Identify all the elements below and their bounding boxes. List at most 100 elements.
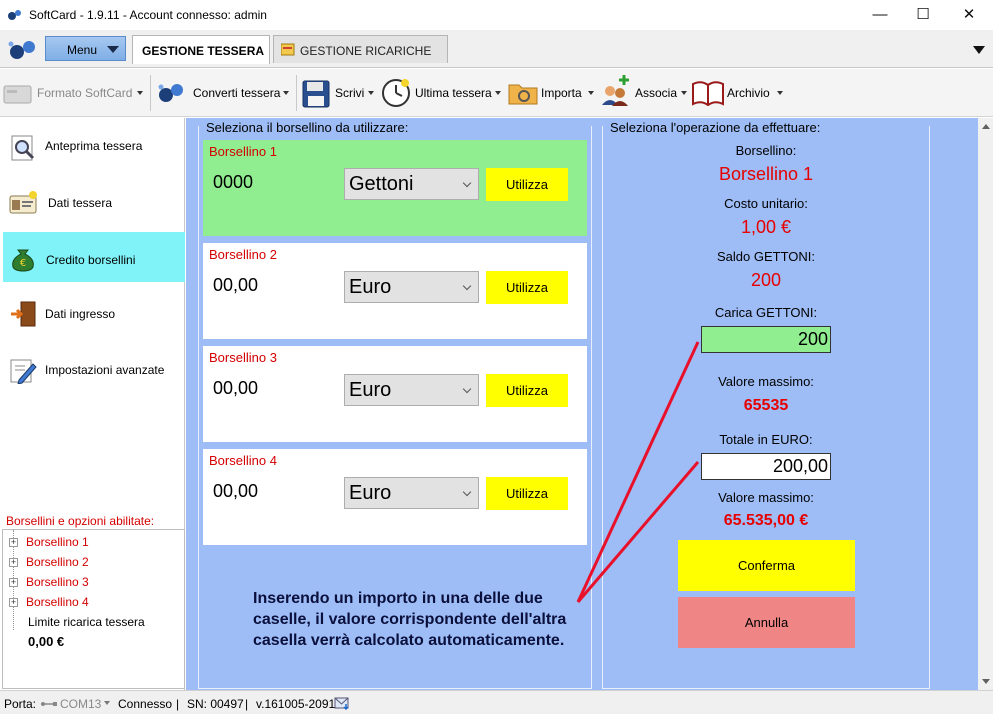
purse-selection-title: Seleziona il borsellino da utilizzare:	[206, 120, 409, 135]
toolbar-label: Scrivi	[335, 86, 365, 100]
toolbar-label: Converti tessera	[193, 86, 281, 100]
caret-down-icon	[107, 46, 119, 53]
associa-button[interactable]: Associa	[600, 75, 688, 111]
archivio-button[interactable]: Archivio	[692, 75, 784, 111]
use-purse-button[interactable]: Utilizza	[486, 477, 568, 510]
currency-select[interactable]: Euro	[344, 477, 479, 509]
currency-select-value: Euro	[349, 276, 392, 298]
tab-gestione-tessera[interactable]: GESTIONE TESSERA	[132, 35, 270, 64]
dropdown-arrow-icon	[137, 91, 143, 95]
purse-name: Borsellino 2	[209, 247, 277, 262]
carica-gettoni-input[interactable]: 200	[701, 326, 831, 353]
toolbar-label: Formato SoftCard	[37, 86, 133, 100]
ultima-tessera-button[interactable]: Ultima tessera	[381, 75, 503, 111]
purse-card-2: Borsellino 2 00,00 Euro Utilizza	[203, 243, 587, 339]
tree-item-label: Borsellino 2	[26, 555, 89, 569]
purse-value: 00,00	[213, 378, 259, 398]
enabled-options-title: Borsellini e opzioni abilitate:	[6, 514, 155, 528]
saldo-label: Saldo GETTONI:	[716, 249, 815, 264]
tree-item-label: Borsellino 1	[26, 535, 89, 549]
scroll-up-icon[interactable]	[982, 124, 990, 129]
sidebar-item-dati-tessera[interactable]: Dati tessera	[3, 177, 185, 227]
limit-label: Limite ricarica tessera	[28, 615, 145, 629]
currency-select[interactable]: Euro	[344, 374, 479, 406]
expand-icon[interactable]: +	[9, 598, 18, 607]
floppy-disk-icon	[302, 80, 330, 108]
magnifier-icon	[11, 135, 35, 161]
confirm-button[interactable]: Conferma	[678, 540, 855, 591]
vertical-scrollbar[interactable]	[978, 118, 993, 690]
toolbar-label: Archivio	[727, 86, 770, 100]
title-bar: SoftCard - 1.9.11 - Account connesso: ad…	[0, 0, 993, 30]
port-dropdown-icon[interactable]	[104, 701, 110, 705]
purse-value: 00,00	[213, 481, 259, 501]
tab-gestione-ricariche[interactable]: GESTIONE RICARICHE	[273, 35, 448, 63]
borsellino-label: Borsellino:	[735, 143, 797, 158]
chevron-down-icon	[462, 281, 472, 291]
options-tree[interactable]: + Borsellino 1 + Borsellino 2 + Borselli…	[2, 529, 185, 689]
tree-item-label: Borsellino 4	[26, 595, 89, 609]
currency-select-value: Euro	[349, 379, 392, 401]
expand-icon[interactable]: +	[9, 558, 18, 567]
costo-label: Costo unitario:	[724, 196, 808, 211]
app-logo-icon	[8, 10, 21, 20]
purse-card-3: Borsellino 3 00,00 Euro Utilizza	[203, 346, 587, 442]
card-format-icon	[3, 85, 32, 104]
money-bag-icon: €	[12, 249, 34, 272]
formato-softcard-button[interactable]: Formato SoftCard	[3, 75, 146, 111]
totale-label: Totale in EURO:	[719, 432, 813, 447]
main-panel: Seleziona il borsellino da utilizzare: B…	[186, 118, 978, 690]
converti-tessera-button[interactable]: Converti tessera	[155, 75, 292, 111]
dropdown-arrow-icon	[588, 91, 594, 95]
costo-value: 1,00 €	[740, 217, 792, 237]
expand-icon[interactable]: +	[9, 578, 18, 587]
svg-text:€: €	[20, 258, 26, 269]
chevron-down-icon	[462, 384, 472, 394]
totale-euro-input[interactable]: 200,00	[701, 453, 831, 480]
use-purse-button[interactable]: Utilizza	[486, 271, 568, 304]
tab-label: GESTIONE RICARICHE	[300, 44, 432, 58]
settings-pencil-icon	[10, 359, 37, 384]
sidebar-item-label: Anteprima tessera	[45, 139, 143, 153]
sidebar-item-credito-borsellini[interactable]: € Credito borsellini	[3, 232, 185, 282]
menu-button[interactable]: Menu	[45, 36, 126, 61]
expand-icon[interactable]: +	[9, 538, 18, 547]
envelope-download-icon[interactable]	[334, 696, 350, 710]
tab-bar: Menu GESTIONE TESSERA GESTIONE RICARICHE	[0, 30, 993, 68]
use-purse-button[interactable]: Utilizza	[486, 168, 568, 201]
dropdown-arrow-icon	[681, 91, 687, 95]
operation-title: Seleziona l'operazione da effettuare:	[610, 120, 821, 135]
port-label: Porta:	[4, 697, 37, 711]
port-select[interactable]: COM13	[60, 697, 101, 711]
toolbar-label: Associa	[635, 86, 678, 100]
sidebar-item-dati-ingresso[interactable]: Dati ingresso	[3, 288, 185, 338]
cancel-button[interactable]: Annulla	[678, 597, 855, 648]
minimize-button[interactable]: —	[857, 0, 903, 30]
purse-value: 0000	[213, 172, 254, 192]
sidebar-item-anteprima-tessera[interactable]: Anteprima tessera	[3, 122, 185, 172]
book-archive-icon	[692, 81, 724, 106]
status-separator: |	[245, 697, 249, 711]
currency-select[interactable]: Euro	[344, 271, 479, 303]
currency-select[interactable]: Gettoni	[344, 168, 479, 200]
overflow-arrow-icon[interactable]	[973, 46, 985, 54]
connection-status: Connesso	[118, 697, 173, 711]
max-gettoni-value: 65535	[743, 397, 789, 414]
dropdown-arrow-icon	[777, 91, 783, 95]
clock-icon	[382, 79, 410, 107]
chevron-down-icon	[462, 487, 472, 497]
close-button[interactable]: ✕	[946, 0, 992, 30]
carica-label: Carica GETTONI:	[714, 305, 818, 320]
menu-button-label: Menu	[67, 43, 98, 57]
importa-button[interactable]: Importa	[508, 75, 595, 111]
door-icon	[11, 301, 36, 327]
purse-name: Borsellino 4	[209, 453, 277, 468]
usb-icon	[41, 702, 57, 706]
sidebar-item-impostazioni-avanzate[interactable]: Impostazioni avanzate	[3, 344, 185, 394]
use-purse-button[interactable]: Utilizza	[486, 374, 568, 407]
dropdown-arrow-icon	[283, 91, 289, 95]
sidebar-item-label: Dati ingresso	[45, 307, 116, 321]
scrivi-button[interactable]: Scrivi	[302, 75, 376, 111]
maximize-button[interactable]: ☐	[900, 0, 946, 30]
scroll-down-icon[interactable]	[982, 679, 990, 684]
